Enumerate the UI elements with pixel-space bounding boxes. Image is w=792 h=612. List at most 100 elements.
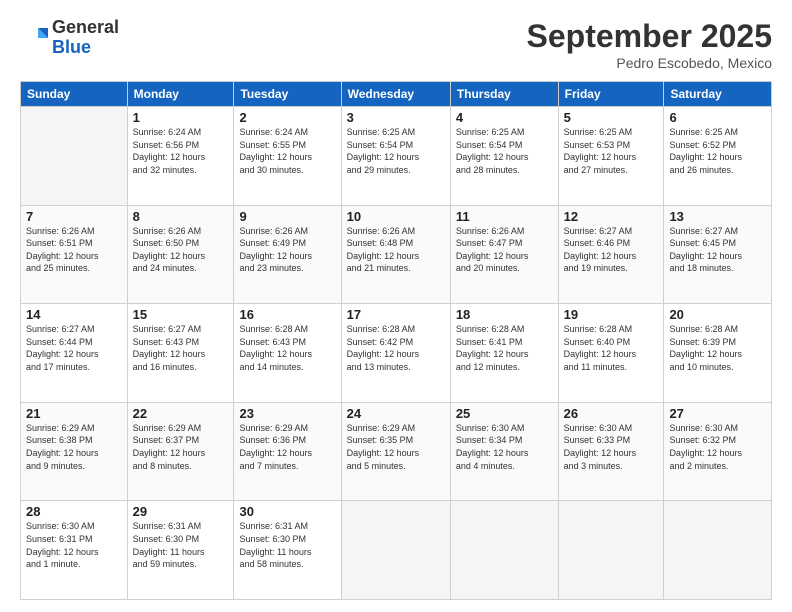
day-number: 29 [133, 504, 229, 519]
table-row: 8Sunrise: 6:26 AM Sunset: 6:50 PM Daylig… [127, 205, 234, 304]
day-number: 17 [347, 307, 445, 322]
calendar-week-row: 28Sunrise: 6:30 AM Sunset: 6:31 PM Dayli… [21, 501, 772, 600]
day-info: Sunrise: 6:25 AM Sunset: 6:54 PM Dayligh… [347, 126, 445, 176]
day-info: Sunrise: 6:30 AM Sunset: 6:33 PM Dayligh… [564, 422, 659, 472]
day-number: 9 [239, 209, 335, 224]
day-info: Sunrise: 6:24 AM Sunset: 6:55 PM Dayligh… [239, 126, 335, 176]
day-number: 22 [133, 406, 229, 421]
calendar-week-row: 21Sunrise: 6:29 AM Sunset: 6:38 PM Dayli… [21, 402, 772, 501]
calendar-week-row: 7Sunrise: 6:26 AM Sunset: 6:51 PM Daylig… [21, 205, 772, 304]
table-row: 16Sunrise: 6:28 AM Sunset: 6:43 PM Dayli… [234, 304, 341, 403]
table-row: 2Sunrise: 6:24 AM Sunset: 6:55 PM Daylig… [234, 107, 341, 206]
day-info: Sunrise: 6:27 AM Sunset: 6:43 PM Dayligh… [133, 323, 229, 373]
day-number: 25 [456, 406, 553, 421]
day-number: 20 [669, 307, 766, 322]
day-info: Sunrise: 6:29 AM Sunset: 6:36 PM Dayligh… [239, 422, 335, 472]
day-number: 27 [669, 406, 766, 421]
day-number: 6 [669, 110, 766, 125]
table-row: 11Sunrise: 6:26 AM Sunset: 6:47 PM Dayli… [450, 205, 558, 304]
day-number: 28 [26, 504, 122, 519]
month-title: September 2025 [527, 18, 772, 55]
location: Pedro Escobedo, Mexico [527, 55, 772, 71]
day-number: 24 [347, 406, 445, 421]
day-info: Sunrise: 6:27 AM Sunset: 6:44 PM Dayligh… [26, 323, 122, 373]
day-info: Sunrise: 6:31 AM Sunset: 6:30 PM Dayligh… [239, 520, 335, 570]
day-number: 21 [26, 406, 122, 421]
table-row: 28Sunrise: 6:30 AM Sunset: 6:31 PM Dayli… [21, 501, 128, 600]
day-number: 30 [239, 504, 335, 519]
table-row: 1Sunrise: 6:24 AM Sunset: 6:56 PM Daylig… [127, 107, 234, 206]
day-info: Sunrise: 6:29 AM Sunset: 6:35 PM Dayligh… [347, 422, 445, 472]
day-number: 10 [347, 209, 445, 224]
day-info: Sunrise: 6:28 AM Sunset: 6:43 PM Dayligh… [239, 323, 335, 373]
day-info: Sunrise: 6:25 AM Sunset: 6:52 PM Dayligh… [669, 126, 766, 176]
calendar-week-row: 1Sunrise: 6:24 AM Sunset: 6:56 PM Daylig… [21, 107, 772, 206]
table-row: 19Sunrise: 6:28 AM Sunset: 6:40 PM Dayli… [558, 304, 664, 403]
day-info: Sunrise: 6:30 AM Sunset: 6:31 PM Dayligh… [26, 520, 122, 570]
col-thursday: Thursday [450, 82, 558, 107]
day-info: Sunrise: 6:29 AM Sunset: 6:38 PM Dayligh… [26, 422, 122, 472]
table-row: 4Sunrise: 6:25 AM Sunset: 6:54 PM Daylig… [450, 107, 558, 206]
table-row [664, 501, 772, 600]
day-info: Sunrise: 6:28 AM Sunset: 6:42 PM Dayligh… [347, 323, 445, 373]
day-number: 2 [239, 110, 335, 125]
logo-general-text: General [52, 18, 119, 38]
day-number: 15 [133, 307, 229, 322]
day-info: Sunrise: 6:28 AM Sunset: 6:41 PM Dayligh… [456, 323, 553, 373]
table-row: 14Sunrise: 6:27 AM Sunset: 6:44 PM Dayli… [21, 304, 128, 403]
day-info: Sunrise: 6:25 AM Sunset: 6:53 PM Dayligh… [564, 126, 659, 176]
table-row: 13Sunrise: 6:27 AM Sunset: 6:45 PM Dayli… [664, 205, 772, 304]
day-number: 23 [239, 406, 335, 421]
day-number: 8 [133, 209, 229, 224]
table-row [21, 107, 128, 206]
day-number: 18 [456, 307, 553, 322]
day-info: Sunrise: 6:24 AM Sunset: 6:56 PM Dayligh… [133, 126, 229, 176]
day-info: Sunrise: 6:26 AM Sunset: 6:47 PM Dayligh… [456, 225, 553, 275]
col-friday: Friday [558, 82, 664, 107]
logo-icon [20, 24, 48, 52]
table-row: 18Sunrise: 6:28 AM Sunset: 6:41 PM Dayli… [450, 304, 558, 403]
day-info: Sunrise: 6:26 AM Sunset: 6:49 PM Dayligh… [239, 225, 335, 275]
day-number: 11 [456, 209, 553, 224]
day-info: Sunrise: 6:27 AM Sunset: 6:46 PM Dayligh… [564, 225, 659, 275]
col-tuesday: Tuesday [234, 82, 341, 107]
logo: General Blue [20, 18, 119, 58]
table-row: 30Sunrise: 6:31 AM Sunset: 6:30 PM Dayli… [234, 501, 341, 600]
day-number: 19 [564, 307, 659, 322]
calendar-week-row: 14Sunrise: 6:27 AM Sunset: 6:44 PM Dayli… [21, 304, 772, 403]
table-row: 20Sunrise: 6:28 AM Sunset: 6:39 PM Dayli… [664, 304, 772, 403]
table-row [341, 501, 450, 600]
col-sunday: Sunday [21, 82, 128, 107]
day-info: Sunrise: 6:29 AM Sunset: 6:37 PM Dayligh… [133, 422, 229, 472]
day-number: 14 [26, 307, 122, 322]
table-row: 6Sunrise: 6:25 AM Sunset: 6:52 PM Daylig… [664, 107, 772, 206]
title-section: September 2025 Pedro Escobedo, Mexico [527, 18, 772, 71]
table-row: 24Sunrise: 6:29 AM Sunset: 6:35 PM Dayli… [341, 402, 450, 501]
table-row: 15Sunrise: 6:27 AM Sunset: 6:43 PM Dayli… [127, 304, 234, 403]
day-info: Sunrise: 6:26 AM Sunset: 6:51 PM Dayligh… [26, 225, 122, 275]
day-number: 3 [347, 110, 445, 125]
day-info: Sunrise: 6:27 AM Sunset: 6:45 PM Dayligh… [669, 225, 766, 275]
table-row: 5Sunrise: 6:25 AM Sunset: 6:53 PM Daylig… [558, 107, 664, 206]
day-number: 1 [133, 110, 229, 125]
day-info: Sunrise: 6:25 AM Sunset: 6:54 PM Dayligh… [456, 126, 553, 176]
day-info: Sunrise: 6:30 AM Sunset: 6:32 PM Dayligh… [669, 422, 766, 472]
calendar-table: Sunday Monday Tuesday Wednesday Thursday… [20, 81, 772, 600]
table-row [450, 501, 558, 600]
col-wednesday: Wednesday [341, 82, 450, 107]
day-number: 26 [564, 406, 659, 421]
day-number: 7 [26, 209, 122, 224]
day-info: Sunrise: 6:26 AM Sunset: 6:48 PM Dayligh… [347, 225, 445, 275]
day-number: 12 [564, 209, 659, 224]
table-row: 22Sunrise: 6:29 AM Sunset: 6:37 PM Dayli… [127, 402, 234, 501]
table-row: 17Sunrise: 6:28 AM Sunset: 6:42 PM Dayli… [341, 304, 450, 403]
day-number: 13 [669, 209, 766, 224]
col-monday: Monday [127, 82, 234, 107]
day-info: Sunrise: 6:30 AM Sunset: 6:34 PM Dayligh… [456, 422, 553, 472]
table-row: 12Sunrise: 6:27 AM Sunset: 6:46 PM Dayli… [558, 205, 664, 304]
day-info: Sunrise: 6:31 AM Sunset: 6:30 PM Dayligh… [133, 520, 229, 570]
day-info: Sunrise: 6:28 AM Sunset: 6:40 PM Dayligh… [564, 323, 659, 373]
table-row: 27Sunrise: 6:30 AM Sunset: 6:32 PM Dayli… [664, 402, 772, 501]
table-row: 9Sunrise: 6:26 AM Sunset: 6:49 PM Daylig… [234, 205, 341, 304]
table-row: 29Sunrise: 6:31 AM Sunset: 6:30 PM Dayli… [127, 501, 234, 600]
